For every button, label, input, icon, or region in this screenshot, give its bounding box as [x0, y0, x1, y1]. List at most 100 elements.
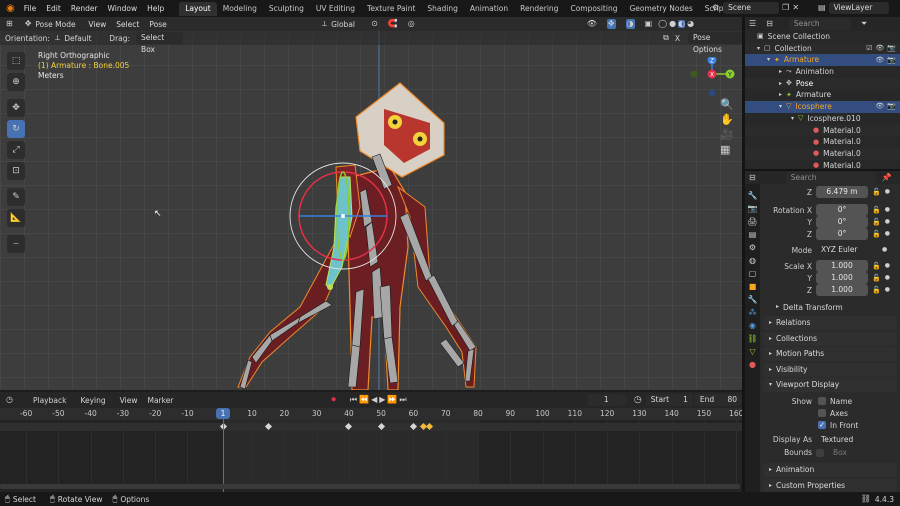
checkbox-checked-icon[interactable]: ✓	[818, 421, 826, 429]
properties-search[interactable]: Search	[785, 171, 876, 184]
lock-icon[interactable]: 🔓	[872, 230, 881, 238]
keyframe-dot-icon[interactable]: ●	[885, 275, 890, 281]
x-mirror-toggle[interactable]: X	[675, 34, 680, 43]
expand-arrow-icon[interactable]: ▾	[791, 115, 794, 122]
transform-orientation-dropdown[interactable]: Global	[331, 20, 361, 29]
viewlayer-field[interactable]: ViewLayer	[828, 2, 889, 14]
panel-motion-paths[interactable]: ▸ Motion Paths	[763, 347, 897, 361]
scale-tool[interactable]: ⤢	[7, 141, 25, 159]
constraints-tab-icon[interactable]: ⛓	[747, 335, 757, 343]
expand-arrow-icon[interactable]: ▾	[767, 57, 770, 63]
lock-icon[interactable]: 🔓	[872, 262, 881, 270]
expand-arrow-icon[interactable]: ▸	[779, 80, 782, 87]
outliner-row-scene-collection[interactable]: ▣ Scene Collection	[745, 31, 900, 43]
rendered-shading-icon[interactable]: ◕	[687, 20, 694, 28]
panel-animation[interactable]: ▸ Animation	[763, 463, 897, 477]
material-tab-icon[interactable]: ●	[749, 361, 756, 369]
xray-icon[interactable]: ▣	[645, 20, 653, 28]
next-keyframe-icon[interactable]: ⏩	[387, 396, 397, 404]
tab-uv-editing[interactable]: UV Editing	[310, 2, 361, 16]
menu-pose[interactable]: Pose	[144, 16, 171, 33]
tab-animation[interactable]: Animation	[464, 2, 514, 16]
record-icon[interactable]: ⏺	[331, 395, 336, 405]
clock-icon[interactable]: ◷	[634, 395, 642, 405]
scene-new-icon[interactable]: ❐	[782, 4, 789, 12]
scene-tab-icon[interactable]: ⚙	[749, 244, 756, 252]
keyframe-dot-icon[interactable]: ●	[885, 231, 890, 237]
end-frame-field[interactable]: End 80	[694, 394, 742, 406]
timeline-ruler[interactable]: -60-50-40-30-20-101102030405060708090100…	[0, 408, 743, 420]
timeline-scrollbar[interactable]	[0, 484, 740, 489]
rotation-mode-dropdown[interactable]: XYZ Euler	[816, 244, 868, 256]
cursor-tool[interactable]: ⊕	[7, 73, 25, 91]
lock-icon[interactable]: 🔓	[872, 218, 881, 226]
blender-logo-icon[interactable]: ◉	[6, 3, 15, 14]
filter-icon[interactable]: ⏷	[861, 20, 867, 28]
playhead-frame-indicator[interactable]: 1	[216, 408, 230, 419]
timeline-editor-icon[interactable]: ◷	[6, 396, 13, 404]
outliner-editor-icon[interactable]: ☰	[749, 20, 756, 28]
expand-arrow-icon[interactable]: ▾	[779, 103, 782, 110]
lock-icon[interactable]: 🔓	[872, 286, 881, 294]
menu-select[interactable]: Select	[111, 16, 144, 33]
outliner-row-icosphere[interactable]: ▾ ▽ Icosphere 👁 📷	[745, 101, 900, 113]
tab-shading[interactable]: Shading	[421, 2, 463, 16]
keyframe-dot-icon[interactable]: ●	[885, 189, 890, 195]
expand-arrow-icon[interactable]: ▸	[779, 92, 782, 98]
expand-arrow-icon[interactable]: ▾	[757, 45, 760, 52]
tab-texture-paint[interactable]: Texture Paint	[361, 2, 421, 16]
properties-editor-icon[interactable]: ⊟	[749, 173, 756, 182]
outliner-row-pose[interactable]: ▸ ✥ Pose	[745, 77, 900, 90]
outliner-row-animation[interactable]: ▸ ⤳ Animation	[745, 66, 900, 78]
editor-type-icon[interactable]: ⊞	[6, 20, 13, 28]
gizmo-toggle-icon[interactable]: ✥	[606, 19, 616, 29]
move-tool[interactable]: ✥	[7, 99, 25, 117]
collection-tab-icon[interactable]: ▢	[749, 270, 757, 278]
view-menu[interactable]: View	[120, 396, 138, 405]
keyframe-dot-icon[interactable]: ●	[885, 207, 890, 213]
physics-tab-icon[interactable]: ◉	[749, 322, 756, 330]
scene-remove-icon[interactable]: ✕	[792, 4, 799, 12]
current-frame-field[interactable]: 1	[586, 394, 626, 406]
select-box-tool[interactable]: ⬚	[7, 52, 25, 70]
menu-edit[interactable]: Edit	[41, 0, 66, 17]
menu-help[interactable]: Help	[142, 0, 169, 17]
outliner-row-collection[interactable]: ▾ ▢ Collection ☑ 👁 📷	[745, 42, 900, 55]
pivot-icon[interactable]: ⊙	[371, 20, 378, 28]
tab-geometry-nodes[interactable]: Geometry Nodes	[623, 2, 698, 16]
transform-tool[interactable]: ⊡	[7, 162, 25, 180]
rotation-y-field[interactable]: 0°	[816, 216, 868, 228]
lock-icon[interactable]: 🔓	[872, 274, 881, 282]
marker-menu[interactable]: Marker	[147, 396, 173, 405]
panel-visibility[interactable]: ▸ Visibility	[763, 362, 897, 377]
tab-modeling[interactable]: Modeling	[217, 2, 263, 16]
checkbox-icon[interactable]: ☑	[866, 45, 872, 52]
keyframe-dot-icon[interactable]: ●	[882, 247, 887, 253]
keyframe-dot-icon[interactable]: ●	[885, 263, 890, 269]
render-tab-icon[interactable]: 📷	[748, 205, 758, 213]
display-mode-icon[interactable]: ⊟	[766, 20, 773, 28]
panel-viewport-display[interactable]: ▾ Viewport Display	[763, 378, 897, 392]
eye-icon[interactable]: 👁	[875, 45, 884, 52]
tab-layout[interactable]: Layout	[179, 2, 217, 16]
checkbox-unchecked-icon[interactable]	[818, 397, 826, 405]
lock-icon[interactable]: 🔓	[872, 206, 881, 214]
location-z-field[interactable]: 6.479 m	[816, 186, 868, 198]
panel-relations[interactable]: ▸ Relations	[763, 316, 897, 330]
tool-tab-icon[interactable]: 🔧	[748, 192, 758, 200]
outliner-row-armature[interactable]: ▾ ✦ Armature 👁 📷	[745, 54, 900, 67]
scene-field[interactable]: Scene	[723, 2, 780, 14]
outliner-row-mesh-data[interactable]: ▾ ▽ Icosphere.010	[745, 113, 900, 125]
menu-window[interactable]: Window	[103, 0, 143, 17]
mode-dropdown[interactable]: Pose Mode	[35, 20, 83, 29]
checkbox-unchecked-icon[interactable]	[816, 448, 824, 457]
rotation-x-field[interactable]: 0°	[816, 204, 868, 216]
wireframe-shading-icon[interactable]: ◯	[658, 20, 667, 28]
render-camera-icon[interactable]: 📷	[887, 103, 896, 110]
scale-y-field[interactable]: 1.000	[816, 272, 868, 284]
solid-shading-icon[interactable]: ●	[669, 20, 676, 28]
keying-menu[interactable]: Keying	[80, 396, 105, 405]
outliner-row-armature-data[interactable]: ▸ ✦ Armature	[745, 89, 900, 101]
pose-options-dropdown[interactable]: Pose Options	[688, 32, 742, 54]
pan-hand-icon[interactable]: ✋	[720, 114, 734, 125]
